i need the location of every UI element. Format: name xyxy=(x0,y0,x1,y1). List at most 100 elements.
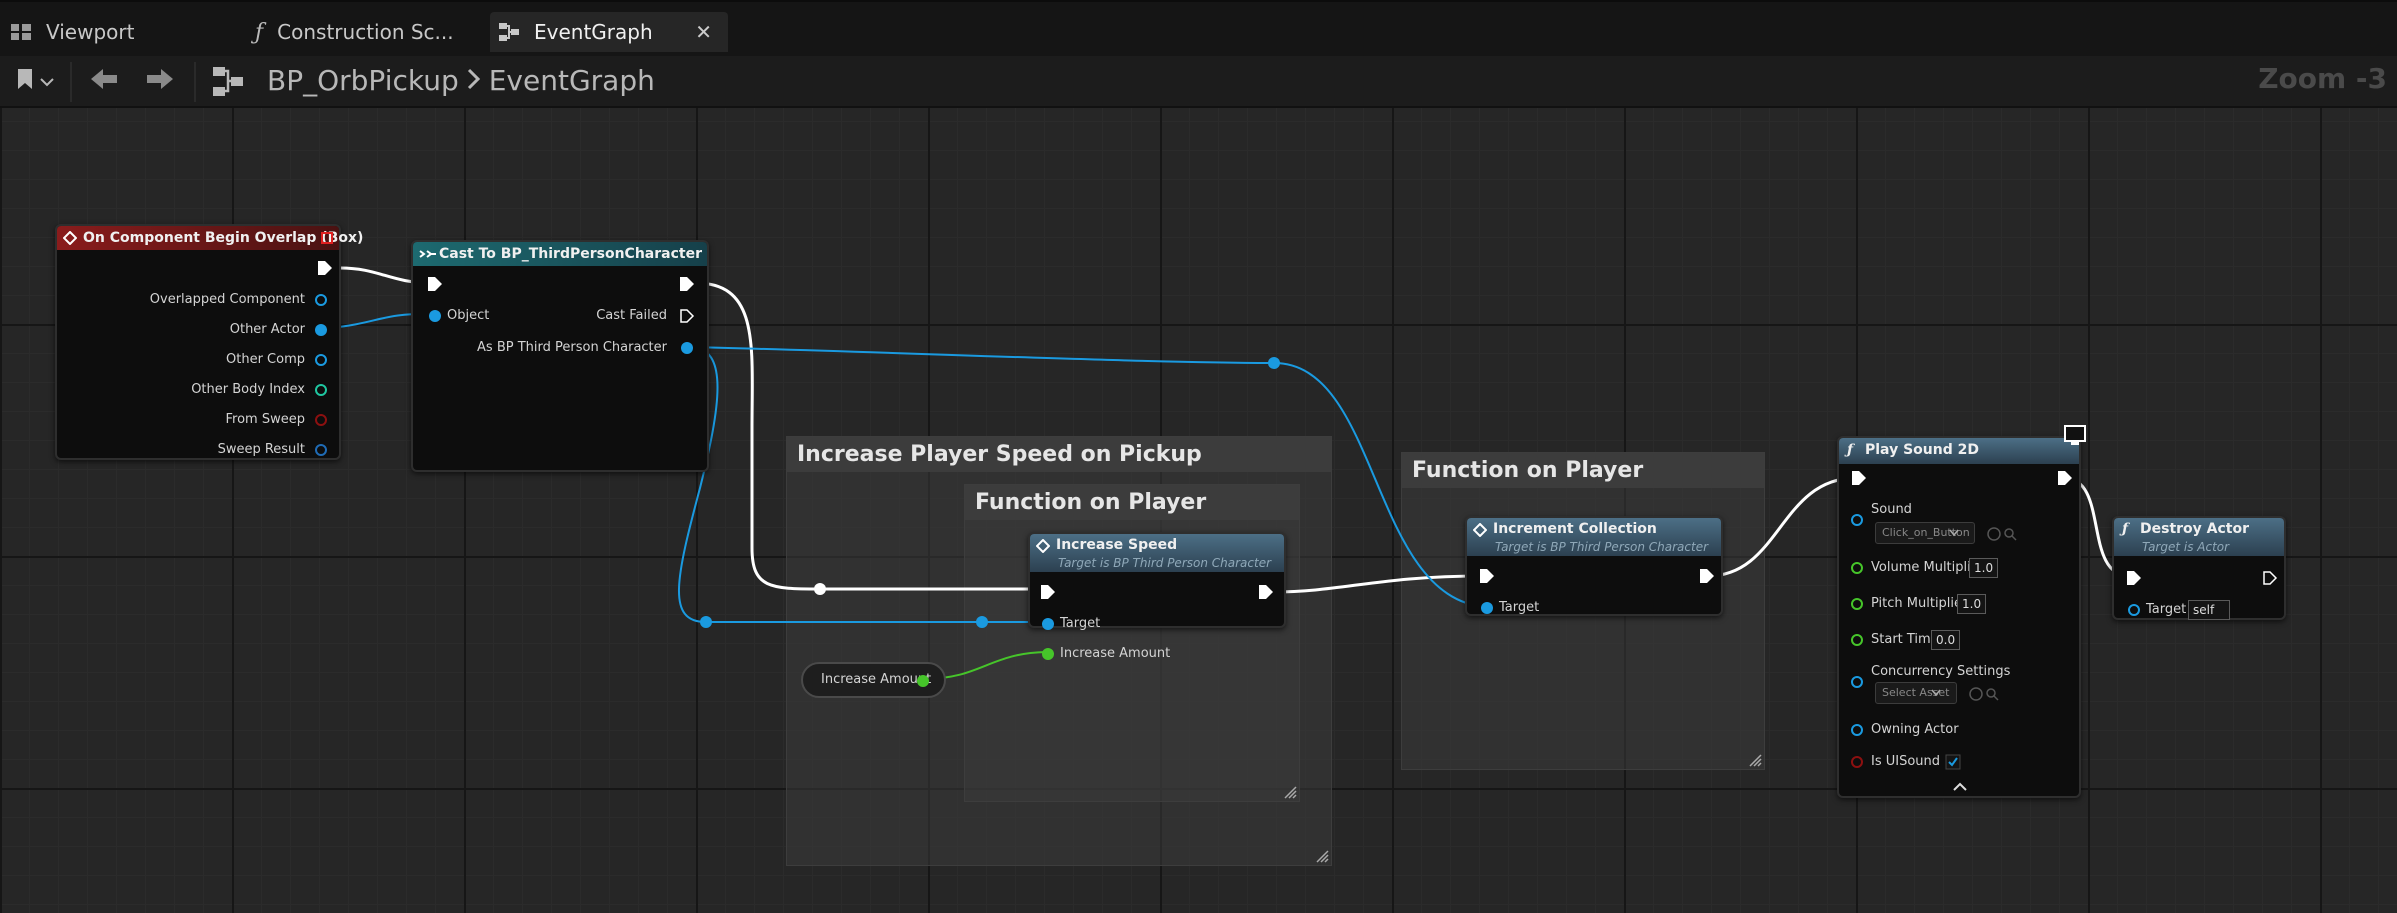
pin-label: Increase Amount xyxy=(1060,646,1171,661)
exec-wire xyxy=(1273,574,1483,594)
float-pin-hollow[interactable] xyxy=(1849,560,1865,576)
bool-pin-hollow[interactable] xyxy=(1849,754,1865,770)
bool-pin-hollow[interactable] xyxy=(313,412,329,428)
event-diamond-icon xyxy=(1473,523,1487,537)
exec-out-pin[interactable] xyxy=(679,276,695,292)
arrow-right-icon xyxy=(145,67,175,95)
chevron-right-icon xyxy=(467,64,481,97)
cast-arrows-icon xyxy=(419,250,436,258)
float-pin-hollow[interactable] xyxy=(1849,596,1865,612)
checkbox-checked[interactable] xyxy=(1945,754,1961,770)
pin-label: Concurrency Settings xyxy=(1871,664,2011,679)
node-header: ƒ Destroy Actor Target is Actor xyxy=(2114,518,2284,556)
reroute-knot xyxy=(814,583,826,595)
pin-label: Start Time xyxy=(1871,632,1939,647)
pitch-input[interactable]: 1.0 xyxy=(1957,594,1987,614)
object-pin-hollow[interactable] xyxy=(313,292,329,308)
node-subtitle: Target is BP Third Person Character xyxy=(1495,540,1709,554)
collapse-chevron-up-icon[interactable] xyxy=(1953,782,1967,792)
exec-wire xyxy=(695,281,1046,591)
object-pin-hollow[interactable] xyxy=(1849,512,1865,528)
asset-browse-icons[interactable] xyxy=(1987,526,2019,542)
delegate-pin-icon[interactable] xyxy=(321,232,333,244)
close-icon[interactable]: ✕ xyxy=(695,20,712,44)
sound-asset-combo[interactable]: Click_on_Button xyxy=(1875,522,1975,544)
node-header: Increment Collection Target is BP Third … xyxy=(1467,518,1721,556)
object-pin-hollow[interactable] xyxy=(1849,674,1865,690)
float-pin-connected[interactable] xyxy=(1040,646,1056,662)
pin-label: Target xyxy=(1499,600,1540,615)
node-increase-amount-variable[interactable]: Increase Amount xyxy=(801,662,946,698)
event-graph-canvas[interactable]: Increase Player Speed on Pickup Function… xyxy=(0,108,2397,913)
tab-label: Construction Sc... xyxy=(277,20,454,44)
node-subtitle: Target is Actor xyxy=(2142,540,2230,554)
pin-label: From Sweep xyxy=(225,412,305,427)
exec-in-pin[interactable] xyxy=(1040,584,1056,600)
event-diamond-icon xyxy=(1036,539,1050,553)
pin-label: Object xyxy=(447,308,490,323)
node-title: Destroy Actor xyxy=(2140,521,2250,537)
exec-in-pin[interactable] xyxy=(1851,470,1867,486)
toolbar-divider xyxy=(70,62,72,102)
event-diamond-icon xyxy=(63,231,77,245)
pin-label: Other Body Index xyxy=(191,382,305,397)
node-header: On Component Begin Overlap (Box) xyxy=(57,226,363,250)
node-title: Increment Collection xyxy=(1493,521,1657,537)
float-pin-hollow[interactable] xyxy=(1849,632,1865,648)
breadcrumb-current: EventGraph xyxy=(488,64,655,97)
zoom-level: Zoom -3 xyxy=(2258,62,2387,95)
object-pin-hollow[interactable] xyxy=(1849,722,1865,738)
exec-out-pin-hollow[interactable] xyxy=(679,308,695,324)
exec-out-pin[interactable] xyxy=(317,260,333,276)
pin-label: Pitch Multiplier xyxy=(1871,596,1968,611)
node-title: Cast To BP_ThirdPersonCharacter xyxy=(439,246,702,262)
chevron-down-icon xyxy=(40,72,54,91)
struct-pin-hollow[interactable] xyxy=(313,442,329,458)
exec-out-pin[interactable] xyxy=(1699,568,1715,584)
object-wire xyxy=(678,346,1046,623)
tab-event-graph[interactable]: EventGraph ✕ xyxy=(490,12,728,52)
start-time-input[interactable]: 0.0 xyxy=(1931,630,1961,650)
volume-input[interactable]: 1.0 xyxy=(1969,558,1999,578)
node-header: ƒ Play Sound 2D xyxy=(1839,438,2079,464)
pin-label: Target xyxy=(1060,616,1101,631)
breadcrumb: BP_OrbPickup EventGraph xyxy=(267,64,655,97)
node-destroy-actor[interactable]: ƒ Destroy Actor Target is Actor Target s… xyxy=(2112,516,2286,620)
exec-in-pin[interactable] xyxy=(1479,568,1495,584)
tab-label: EventGraph xyxy=(534,20,653,44)
client-only-monitor-icon xyxy=(2064,425,2086,445)
reroute-knot xyxy=(1268,357,1280,369)
exec-out-pin[interactable] xyxy=(2057,470,2073,486)
back-button[interactable] xyxy=(84,66,124,96)
concurrency-asset-combo[interactable]: Select Asset xyxy=(1875,682,1957,704)
chevron-down-icon xyxy=(1931,689,1941,697)
graph-hierarchy-icon[interactable] xyxy=(208,64,248,98)
pin-label: Is UISound xyxy=(1871,754,1941,769)
exec-in-pin[interactable] xyxy=(2126,570,2142,586)
asset-browse-icons[interactable] xyxy=(1969,686,2001,702)
breadcrumb-root[interactable]: BP_OrbPickup xyxy=(267,64,459,97)
exec-in-pin[interactable] xyxy=(427,276,443,292)
object-pin-hollow[interactable] xyxy=(2126,602,2142,618)
object-pin-connected[interactable] xyxy=(313,322,329,338)
tab-construction-script[interactable]: ƒ Construction Sc... xyxy=(255,12,485,52)
exec-out-pin[interactable] xyxy=(1258,584,1274,600)
float-pin-connected[interactable] xyxy=(915,673,931,689)
target-self-input[interactable]: self xyxy=(2188,600,2230,620)
int-pin-hollow[interactable] xyxy=(313,382,329,398)
tab-viewport[interactable]: Viewport xyxy=(10,12,170,52)
forward-button[interactable] xyxy=(140,66,180,96)
node-increase-speed[interactable]: Increase Speed Target is BP Third Person… xyxy=(1028,532,1286,661)
object-pin-connected[interactable] xyxy=(1040,616,1056,632)
pin-label: Owning Actor xyxy=(1871,722,1959,737)
object-pin-connected[interactable] xyxy=(1479,600,1495,616)
node-cast-to-third-person[interactable]: Cast To BP_ThirdPersonCharacter Object C… xyxy=(411,240,709,472)
node-on-component-begin-overlap[interactable]: On Component Begin Overlap (Box) Overlap… xyxy=(55,224,363,460)
bookmark-dropdown-button[interactable] xyxy=(10,66,60,96)
node-increment-collection[interactable]: Increment Collection Target is BP Third … xyxy=(1465,516,1723,616)
object-pin-connected[interactable] xyxy=(679,340,695,356)
node-play-sound-2d[interactable]: ƒ Play Sound 2D Sound Click_on_Button Vo… xyxy=(1837,425,2086,798)
object-pin-hollow[interactable] xyxy=(313,352,329,368)
exec-out-pin-hollow[interactable] xyxy=(2262,570,2278,586)
object-pin-connected[interactable] xyxy=(427,308,443,324)
